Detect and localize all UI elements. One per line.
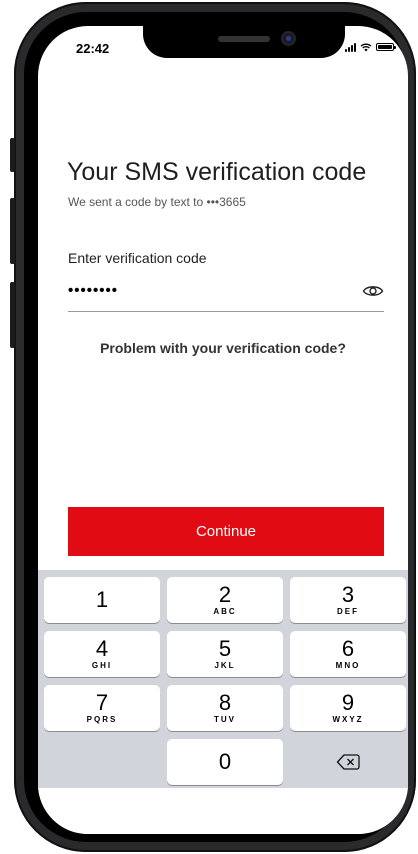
wifi-icon	[360, 43, 372, 51]
home-indicator-area	[38, 788, 408, 834]
key-letters: TUV	[214, 715, 236, 724]
key-letters: PQRS	[86, 715, 118, 724]
screen: 22:42 Your SMS verification code We sent…	[38, 26, 408, 834]
verification-code-input[interactable]: ••••••••	[68, 282, 118, 299]
key-digit: 5	[218, 636, 232, 661]
backspace-icon	[336, 754, 360, 770]
key-letters: JKL	[214, 661, 236, 670]
key-5[interactable]: 5 JKL	[167, 631, 283, 677]
key-2[interactable]: 2 ABC	[167, 577, 283, 623]
volume-up-button	[10, 198, 15, 264]
problem-with-code-link[interactable]: Problem with your verification code?	[38, 340, 408, 356]
status-icons	[345, 40, 396, 54]
key-letters: WXYZ	[332, 715, 364, 724]
numeric-keypad: 1 2 ABC 3 DEF 4 GHI 5 JKL 6 MNO 7 PQRS 8…	[38, 570, 408, 788]
key-3[interactable]: 3 DEF	[290, 577, 406, 623]
key-letters: GHI	[91, 661, 113, 670]
mute-switch	[10, 138, 15, 172]
input-underline	[68, 311, 384, 312]
phone-frame: 22:42 Your SMS verification code We sent…	[10, 2, 416, 852]
key-digit: 8	[218, 690, 232, 715]
verification-code-label: Enter verification code	[68, 250, 207, 266]
key-digit: 0	[218, 749, 232, 774]
key-8[interactable]: 8 TUV	[167, 685, 283, 731]
show-code-toggle[interactable]	[362, 282, 384, 300]
key-digit: 7	[95, 690, 109, 715]
cellular-signal-icon	[345, 42, 356, 52]
battery-icon	[376, 43, 396, 51]
delete-key[interactable]	[290, 739, 406, 785]
key-letters: MNO	[335, 661, 361, 670]
key-letters: ABC	[213, 607, 237, 616]
key-digit: 9	[341, 690, 355, 715]
key-letters: DEF	[337, 607, 359, 616]
volume-down-button	[10, 282, 15, 348]
key-digit: 1	[95, 587, 109, 612]
key-digit: 6	[341, 636, 355, 661]
key-digit: 4	[95, 636, 109, 661]
speaker-grille	[218, 36, 270, 42]
key-9[interactable]: 9 WXYZ	[290, 685, 406, 731]
key-4[interactable]: 4 GHI	[44, 631, 160, 677]
notch	[143, 26, 345, 58]
key-digit: 3	[341, 582, 355, 607]
page-title: Your SMS verification code	[67, 158, 367, 186]
key-6[interactable]: 6 MNO	[290, 631, 406, 677]
page-subtitle: We sent a code by text to •••3665	[68, 195, 246, 209]
eye-icon	[362, 286, 384, 296]
front-camera	[283, 33, 294, 44]
continue-button[interactable]: Continue	[68, 507, 384, 556]
key-7[interactable]: 7 PQRS	[44, 685, 160, 731]
status-time: 22:42	[76, 41, 110, 56]
key-1[interactable]: 1	[44, 577, 160, 623]
key-0[interactable]: 0	[167, 739, 283, 785]
key-digit: 2	[218, 582, 232, 607]
